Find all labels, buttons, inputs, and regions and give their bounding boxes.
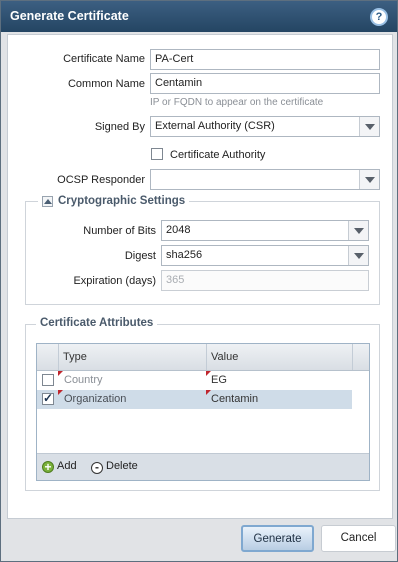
row-checkbox[interactable] (42, 374, 54, 386)
select-column-header (37, 344, 58, 370)
common-name-label: Common Name (67, 78, 145, 90)
generate-button[interactable]: Generate (241, 525, 314, 552)
type-column-header[interactable]: Type (58, 344, 206, 370)
value-text: Centamin (211, 393, 259, 405)
number-of-bits-label: Number of Bits (83, 225, 156, 237)
help-icon[interactable]: ? (370, 8, 388, 26)
add-button[interactable]: + Add (42, 460, 77, 473)
value-cell[interactable]: EG (206, 371, 352, 390)
digest-select[interactable]: sha256 (161, 245, 369, 266)
expiration-days-input[interactable]: 365 (161, 270, 369, 291)
value-cell[interactable]: Centamin (206, 390, 352, 409)
attributes-table: Type Value Country EG Organization Centa… (36, 343, 370, 481)
type-text: Country (64, 374, 103, 386)
edit-marker-icon (58, 371, 63, 376)
table-toolbar: + Add - Delete (37, 453, 369, 480)
certificate-attributes-legend: Certificate Attributes (36, 317, 158, 329)
collapse-icon[interactable] (42, 196, 53, 207)
chevron-down-icon[interactable] (348, 246, 368, 265)
certificate-name-input[interactable]: PA-Cert (150, 49, 380, 70)
form-panel: Certificate Name PA-Cert Common Name Cen… (7, 34, 393, 519)
certificate-authority-checkbox[interactable] (151, 148, 163, 160)
edit-marker-icon (206, 371, 211, 376)
add-label: Add (57, 460, 77, 472)
cryptographic-settings-legend: Cryptographic Settings (38, 195, 190, 207)
chevron-down-icon[interactable] (359, 170, 379, 189)
expiration-days-label: Expiration (days) (73, 275, 156, 287)
delete-label: Delete (106, 460, 138, 472)
value-column-header[interactable]: Value (206, 344, 352, 370)
generate-certificate-dialog: Generate Certificate ? Certificate Name … (0, 0, 398, 562)
number-of-bits-select[interactable]: 2048 (161, 220, 369, 241)
common-name-hint: IP or FQDN to appear on the certificate (150, 97, 324, 108)
table-row[interactable]: Country EG (37, 371, 369, 390)
type-text: Organization (64, 393, 127, 405)
table-row[interactable]: Organization Centamin (37, 390, 352, 409)
titlebar: Generate Certificate ? (1, 1, 397, 32)
add-icon: + (42, 461, 54, 473)
common-name-input[interactable]: Centamin (150, 73, 380, 94)
type-cell[interactable]: Country (58, 371, 206, 390)
row-checkbox[interactable] (42, 391, 54, 405)
edit-marker-icon (206, 390, 211, 395)
chevron-down-icon[interactable] (348, 221, 368, 240)
certificate-name-label: Certificate Name (63, 53, 145, 65)
signed-by-value: External Authority (CSR) (155, 120, 275, 132)
value-text: EG (211, 374, 227, 386)
digest-label: Digest (124, 250, 156, 262)
edit-marker-icon (58, 390, 63, 395)
certificate-authority-label: Certificate Authority (170, 149, 266, 161)
type-cell[interactable]: Organization (58, 390, 206, 409)
ocsp-responder-label: OCSP Responder (57, 174, 145, 186)
dialog-title: Generate Certificate (10, 9, 129, 23)
cancel-button[interactable]: Cancel (321, 525, 396, 552)
header-spacer (352, 344, 369, 370)
ocsp-responder-select[interactable] (150, 169, 380, 190)
table-header: Type Value (37, 344, 369, 371)
signed-by-select[interactable]: External Authority (CSR) (150, 116, 380, 137)
chevron-down-icon[interactable] (359, 117, 379, 136)
digest-value: sha256 (166, 249, 203, 261)
number-of-bits-value: 2048 (166, 224, 191, 236)
delete-icon: - (91, 461, 103, 474)
signed-by-label: Signed By (94, 121, 145, 133)
delete-button[interactable]: - Delete (91, 460, 138, 474)
